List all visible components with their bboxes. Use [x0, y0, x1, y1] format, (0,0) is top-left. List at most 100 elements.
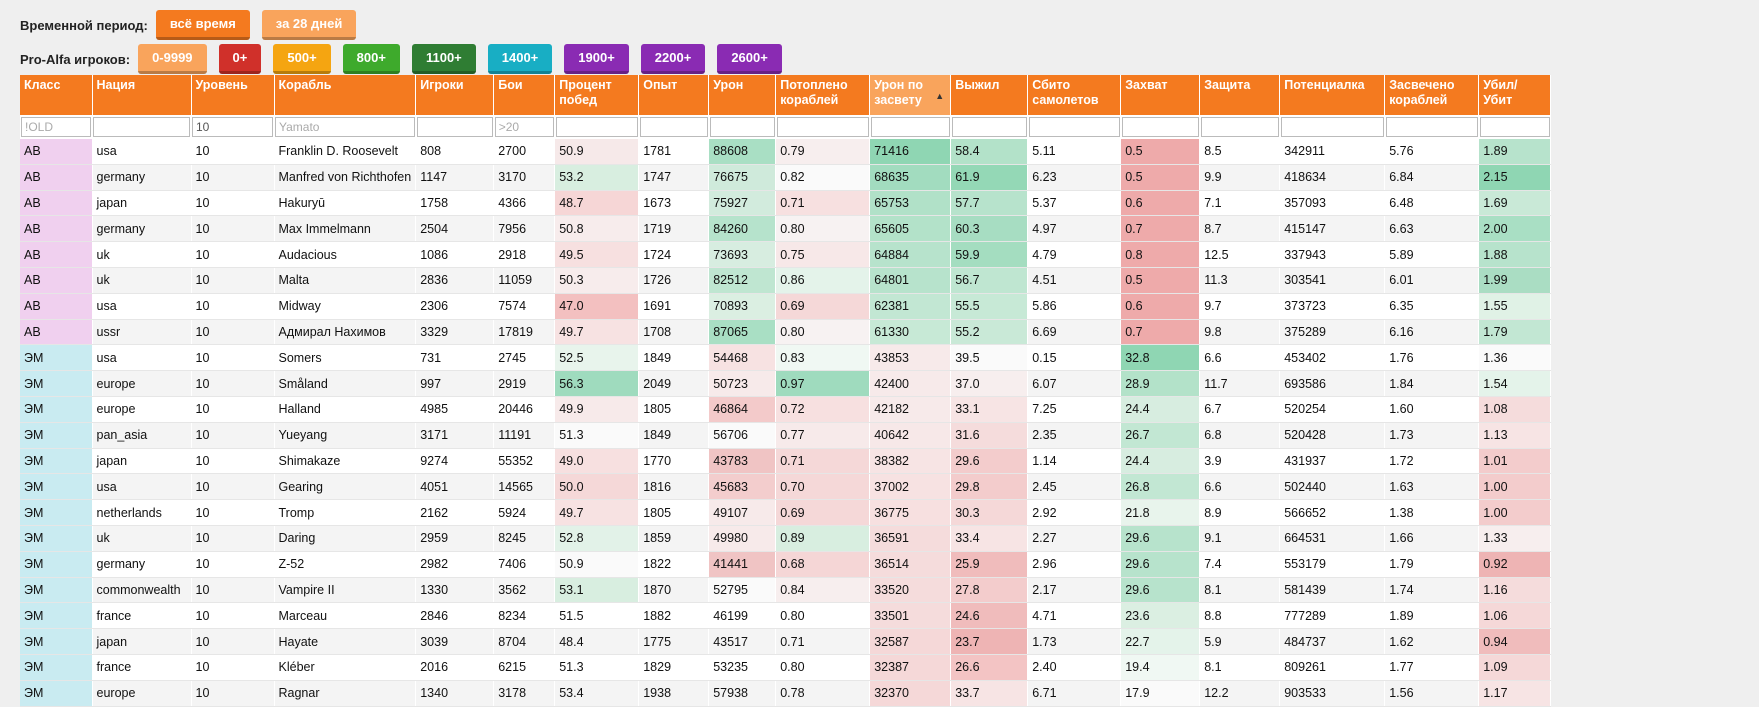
table-cell: 36514	[869, 551, 952, 578]
proalfa-button-6[interactable]: 1900+	[564, 44, 629, 74]
column-header-17[interactable]: Убил/ Убит	[1478, 75, 1552, 115]
column-header-3[interactable]: Корабль	[274, 75, 417, 115]
column-header-16[interactable]: Засвечено кораблей	[1384, 75, 1480, 115]
column-filter-input-7[interactable]	[639, 117, 708, 137]
column-filter-input-16[interactable]	[1385, 117, 1478, 137]
table-cell: 1.79	[1384, 551, 1480, 578]
column-filter-input-10[interactable]	[870, 117, 950, 137]
column-header-13[interactable]: Захват	[1120, 75, 1201, 115]
column-header-15[interactable]: Потенциалка	[1279, 75, 1386, 115]
table-row[interactable]: АВ uk 10 Audacious 1086 2918 49.5 1724 73693 0.75…	[20, 241, 1552, 268]
table-cell: uk	[92, 267, 192, 294]
column-filter-input-13[interactable]	[1121, 117, 1199, 137]
table-cell: 2919	[493, 370, 556, 397]
column-header-6[interactable]: Процент побед	[554, 75, 640, 115]
table-cell: 10	[191, 139, 275, 165]
table-row[interactable]: ЭМ france 10 Marceau 2846 8234 51.5 1882 46199 0.…	[20, 602, 1552, 630]
table-row[interactable]: АВ germany 10 Max Immelmann 2504 7956 50.8 1719…	[20, 215, 1552, 243]
table-cell: 39.5	[950, 344, 1029, 372]
table-row[interactable]: ЭМ usa 10 Somers 731 2745 52.5 1849 54468 0.83 438…	[20, 344, 1552, 372]
column-filter-input-4[interactable]	[416, 117, 493, 137]
column-filter-input-3[interactable]	[275, 117, 415, 137]
column-header-12[interactable]: Сбито самолетов	[1027, 75, 1122, 115]
column-header-0[interactable]: Класс	[20, 75, 93, 115]
table-cell: 6.6	[1199, 344, 1281, 372]
column-filter-input-1[interactable]	[93, 117, 190, 137]
table-row[interactable]: ЭМ europe 10 Ragnar 1340 3178 53.4 1938 57938 0.7…	[20, 680, 1552, 707]
column-header-1[interactable]: Нация	[92, 75, 192, 115]
table-row[interactable]: ЭМ pan_asia 10 Yueyang 3171 11191 51.3 1849 5670…	[20, 422, 1552, 449]
table-row[interactable]: АВ uk 10 Malta 2836 11059 50.3 1726 82512 0.86 648…	[20, 267, 1552, 294]
proalfa-button-7[interactable]: 2200+	[640, 44, 706, 74]
table-row[interactable]: ЭМ japan 10 Hayate 3039 8704 48.4 1775 43517 0.71…	[20, 628, 1552, 655]
proalfa-button-8[interactable]: 2600+	[717, 44, 782, 74]
column-filter-input-8[interactable]	[709, 117, 775, 137]
proalfa-button-4[interactable]: 1100+	[411, 44, 476, 74]
table-cell: 1938	[638, 680, 710, 707]
column-header-4[interactable]: Игроки	[415, 75, 495, 115]
table-cell: 342911	[1279, 139, 1386, 165]
table-row[interactable]: АВ japan 10 Hakuryū 1758 4366 48.7 1673 75927 0.7…	[20, 190, 1552, 217]
table-row[interactable]: АВ ussr 10 Адмирал Нахимов 3329 17819 49.7 1708…	[20, 319, 1552, 346]
proalfa-button-3[interactable]: 800+	[342, 44, 400, 74]
column-filter-input-14[interactable]	[1200, 117, 1279, 137]
table-cell: 5.37	[1027, 190, 1122, 217]
table-row[interactable]: ЭМ europe 10 Småland 997 2919 56.3 2049 50723 0.9…	[20, 370, 1552, 397]
table-cell: 5.89	[1384, 241, 1480, 268]
column-filter-input-11[interactable]	[951, 117, 1027, 137]
column-filter-input-0[interactable]	[21, 117, 91, 137]
table-cell: 7.4	[1199, 551, 1281, 578]
column-filter-input-17[interactable]	[1479, 117, 1550, 137]
table-cell: 62381	[869, 293, 952, 320]
table-cell: 65605	[869, 215, 952, 243]
column-filter-input-5[interactable]	[494, 117, 554, 137]
column-header-8[interactable]: Урон	[708, 75, 777, 115]
column-header-9[interactable]: Потоплено кораблей	[775, 75, 871, 115]
table-cell: 1.54	[1478, 370, 1552, 397]
table-cell: АВ	[20, 319, 93, 346]
table-cell: 0.80	[775, 319, 871, 346]
column-header-14[interactable]: Защита	[1199, 75, 1281, 115]
table-cell: 375289	[1279, 319, 1386, 346]
proalfa-button-0[interactable]: 0-9999	[138, 44, 207, 74]
table-row[interactable]: ЭМ usa 10 Gearing 4051 14565 50.0 1816 45683 0.70…	[20, 473, 1552, 501]
table-cell: 0.69	[775, 499, 871, 526]
period-28-days-button[interactable]: за 28 дней	[261, 10, 357, 40]
table-cell: 1.06	[1478, 602, 1552, 630]
table-row[interactable]: АВ usa 10 Midway 2306 7574 47.0 1691 70893 0.69 62…	[20, 293, 1552, 320]
table-row[interactable]: АВ germany 10 Manfred von Richthofen 1147 317…	[20, 164, 1552, 191]
table-cell: 56.3	[554, 370, 640, 397]
table-cell: 7956	[493, 215, 556, 243]
column-header-10[interactable]: Урон по засвету ▲	[869, 75, 952, 115]
column-filter-input-2[interactable]	[192, 117, 273, 137]
table-cell: 484737	[1279, 628, 1386, 655]
column-filter-input-12[interactable]	[1028, 117, 1120, 137]
column-header-5[interactable]: Бои	[493, 75, 556, 115]
proalfa-button-2[interactable]: 500+	[273, 44, 331, 74]
table-cell: АВ	[20, 190, 93, 217]
table-row[interactable]: ЭМ germany 10 Z-52 2982 7406 50.9 1822 41441 0.68…	[20, 551, 1552, 578]
table-cell: 6.6	[1199, 473, 1281, 501]
column-header-2[interactable]: Уровень	[191, 75, 275, 115]
table-row[interactable]: ЭМ europe 10 Halland 4985 20446 49.9 1805 46864 0…	[20, 396, 1552, 423]
table-row[interactable]: ЭМ netherlands 10 Tromp 2162 5924 49.7 1805 4910…	[20, 499, 1552, 526]
table-cell: 7.25	[1027, 396, 1122, 423]
column-header-11[interactable]: Выжил	[950, 75, 1029, 115]
table-row[interactable]: ЭМ japan 10 Shimakaze 9274 55352 49.0 1770 43783…	[20, 448, 1552, 475]
table-cell: 46864	[708, 396, 777, 423]
period-all-time-button[interactable]: всё время	[155, 10, 250, 40]
table-row[interactable]: ЭМ france 10 Kléber 2016 6215 51.3 1829 53235 0.8…	[20, 654, 1552, 681]
column-header-7[interactable]: Опыт	[638, 75, 710, 115]
column-filter-input-6[interactable]	[555, 117, 638, 137]
table-row[interactable]: ЭМ commonwealth 10 Vampire II 1330 3562 53.1 18…	[20, 577, 1552, 604]
column-filter-input-9[interactable]	[776, 117, 869, 137]
proalfa-button-1[interactable]: 0+	[218, 44, 262, 74]
table-cell: 9.8	[1199, 319, 1281, 346]
table-cell: 1.14	[1027, 448, 1122, 475]
column-filter-input-15[interactable]	[1280, 117, 1384, 137]
table-cell: 1.76	[1384, 344, 1480, 372]
table-row[interactable]: ЭМ uk 10 Daring 2959 8245 52.8 1859 49980 0.89 365…	[20, 525, 1552, 552]
table-cell: 1805	[638, 396, 710, 423]
table-row[interactable]: АВ usa 10 Franklin D. Roosevelt 808 2700 50.9 1…	[20, 139, 1552, 165]
proalfa-button-5[interactable]: 1400+	[487, 44, 553, 74]
